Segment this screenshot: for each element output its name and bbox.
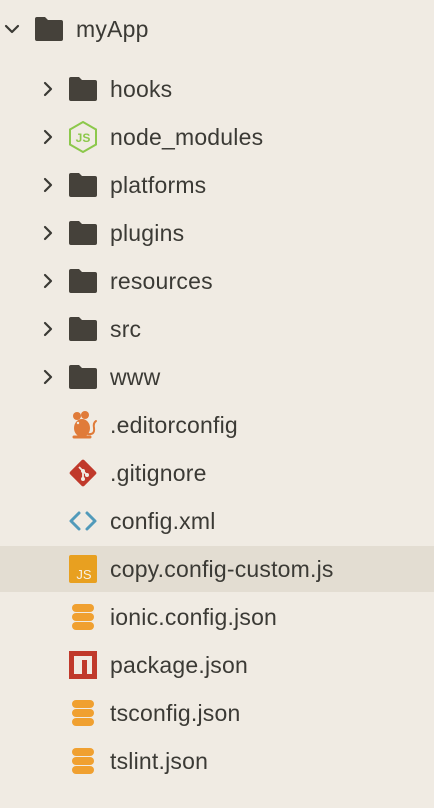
tree-item-label: www (110, 364, 161, 390)
folder-icon (68, 74, 98, 104)
tree-item-label: config.xml (110, 508, 216, 534)
tree-item-tsconfig-json[interactable]: tsconfig.json (0, 690, 434, 736)
tree-item-label: copy.config-custom.js (110, 556, 334, 582)
tree-item-src[interactable]: src (0, 306, 434, 352)
tree-item-label: resources (110, 268, 213, 294)
folder-icon (68, 362, 98, 392)
folder-icon (68, 218, 98, 248)
tree-item-label: tsconfig.json (110, 700, 241, 726)
tree-item-config-xml[interactable]: config.xml (0, 498, 434, 544)
tree-item-label: platforms (110, 172, 207, 198)
git-icon (68, 458, 98, 488)
tree-item-package-json[interactable]: package.json (0, 642, 434, 688)
tree-item-ionic-config-json[interactable]: ionic.config.json (0, 594, 434, 640)
tree-item-label: myApp (76, 16, 149, 42)
editorconfig-mouse-icon (68, 410, 98, 440)
tree-item-label: plugins (110, 220, 185, 246)
nodejs-icon: JS (68, 121, 98, 153)
chevron-right-icon[interactable] (40, 273, 56, 289)
tree-item-editorconfig[interactable]: .editorconfig (0, 402, 434, 448)
tree-item-resources[interactable]: resources (0, 258, 434, 304)
tree-item-label: node_modules (110, 124, 264, 150)
tree-root-myapp[interactable]: myApp (0, 6, 434, 52)
folder-icon (68, 170, 98, 200)
tree-item-label: .editorconfig (110, 412, 238, 438)
svg-text:JS: JS (76, 567, 92, 582)
chevron-right-icon[interactable] (40, 81, 56, 97)
folder-icon (68, 266, 98, 296)
tree-item-hooks[interactable]: hooks (0, 66, 434, 112)
chevron-right-icon[interactable] (40, 177, 56, 193)
tree-item-label: ionic.config.json (110, 604, 278, 630)
js-file-icon: JS (68, 554, 98, 584)
folder-icon (68, 314, 98, 344)
code-brackets-icon (68, 506, 98, 536)
tree-item-plugins[interactable]: plugins (0, 210, 434, 256)
tree-item-tslint-json[interactable]: tslint.json (0, 738, 434, 784)
database-icon (68, 602, 98, 632)
tree-item-gitignore[interactable]: .gitignore (0, 450, 434, 496)
database-icon (68, 746, 98, 776)
folder-icon (34, 14, 64, 44)
npm-icon (68, 650, 98, 680)
chevron-right-icon[interactable] (40, 129, 56, 145)
tree-item-label: src (110, 316, 142, 342)
tree-item-www[interactable]: www (0, 354, 434, 400)
tree-item-copy-config-custom-js[interactable]: JS copy.config-custom.js (0, 546, 434, 592)
chevron-right-icon[interactable] (40, 321, 56, 337)
chevron-right-icon[interactable] (40, 225, 56, 241)
tree-item-label: tslint.json (110, 748, 209, 774)
database-icon (68, 698, 98, 728)
chevron-down-icon[interactable] (4, 21, 20, 37)
tree-item-label: package.json (110, 652, 248, 678)
tree-item-platforms[interactable]: platforms (0, 162, 434, 208)
tree-item-label: .gitignore (110, 460, 207, 486)
svg-text:JS: JS (76, 131, 91, 145)
tree-item-node-modules[interactable]: JS node_modules (0, 114, 434, 160)
tree-item-label: hooks (110, 76, 173, 102)
chevron-right-icon[interactable] (40, 369, 56, 385)
